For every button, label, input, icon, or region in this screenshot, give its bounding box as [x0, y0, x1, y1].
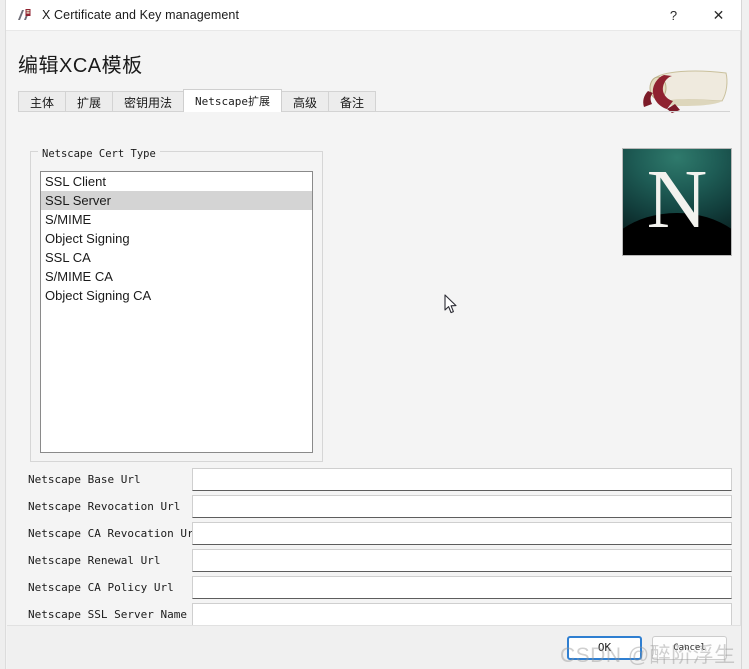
dialog-body: 编辑XCA模板 主体 扩展 密钥用法 Netscape扩展 高级 备注 Nets… [7, 31, 741, 669]
label-netscape-revocation-url: Netscape Revocation Url [28, 499, 181, 513]
list-item[interactable]: Object Signing [41, 229, 312, 248]
label-netscape-base-url: Netscape Base Url [28, 472, 141, 486]
tab-comment[interactable]: 备注 [328, 91, 377, 112]
page-title: 编辑XCA模板 [18, 55, 143, 77]
background-window-left-edge [0, 0, 6, 669]
list-item[interactable]: SSL Server [41, 191, 312, 210]
tab-extensions[interactable]: 扩展 [65, 91, 114, 112]
tab-bar: 主体 扩展 密钥用法 Netscape扩展 高级 备注 [18, 89, 730, 112]
ok-button[interactable]: OK [567, 635, 642, 660]
application-window: X Certificate and Key management ? ✕ 编辑X… [0, 0, 749, 669]
netscape-cert-type-list[interactable]: SSL Client SSL Server S/MIME Object Sign… [40, 171, 313, 453]
form-row-renewal-url: Netscape Renewal Url [18, 548, 732, 572]
tab-netscape-extensions[interactable]: Netscape扩展 [183, 89, 283, 112]
netscape-logo-icon: N [622, 148, 732, 256]
netscape-logo-letter: N [646, 153, 708, 246]
tab-bar-underline [18, 111, 730, 112]
cancel-button[interactable]: Cancel [652, 635, 727, 660]
close-icon[interactable]: ✕ [696, 0, 741, 31]
window-title: X Certificate and Key management [42, 8, 240, 22]
input-netscape-base-url[interactable] [192, 467, 732, 491]
background-window-right-edge [741, 0, 749, 669]
form-row-ca-revocation-url: Netscape CA Revocation Url [18, 521, 732, 545]
tab-advanced[interactable]: 高级 [281, 91, 330, 112]
form-row-ca-policy-url: Netscape CA Policy Url [18, 575, 732, 599]
list-item[interactable]: SSL CA [41, 248, 312, 267]
dialog-button-bar: OK Cancel [7, 625, 741, 669]
form-row-revocation-url: Netscape Revocation Url [18, 494, 732, 518]
list-item[interactable]: S/MIME [41, 210, 312, 229]
list-item[interactable]: SSL Client [41, 172, 312, 191]
title-bar: X Certificate and Key management ? ✕ [6, 0, 741, 31]
list-item[interactable]: S/MIME CA [41, 267, 312, 286]
help-button[interactable]: ? [651, 0, 696, 31]
form-row-ssl-server-name: Netscape SSL Server Name [18, 602, 732, 626]
tab-subject[interactable]: 主体 [18, 91, 67, 112]
netscape-cert-type-group-label: Netscape Cert Type [38, 148, 160, 160]
list-item[interactable]: Object Signing CA [41, 286, 312, 305]
label-netscape-ca-policy-url: Netscape CA Policy Url [28, 580, 174, 594]
label-netscape-ssl-server-name: Netscape SSL Server Name [28, 607, 187, 621]
input-netscape-ssl-server-name[interactable] [192, 602, 732, 626]
label-netscape-ca-revocation-url: Netscape CA Revocation Url [28, 526, 201, 540]
tab-key-usage[interactable]: 密钥用法 [112, 91, 185, 112]
xca-app-icon [15, 6, 33, 24]
form-row-base-url: Netscape Base Url [18, 467, 732, 491]
label-netscape-renewal-url: Netscape Renewal Url [28, 553, 161, 567]
input-netscape-revocation-url[interactable] [192, 494, 732, 518]
input-netscape-renewal-url[interactable] [192, 548, 732, 572]
input-netscape-ca-revocation-url[interactable] [192, 521, 732, 545]
input-netscape-ca-policy-url[interactable] [192, 575, 732, 599]
